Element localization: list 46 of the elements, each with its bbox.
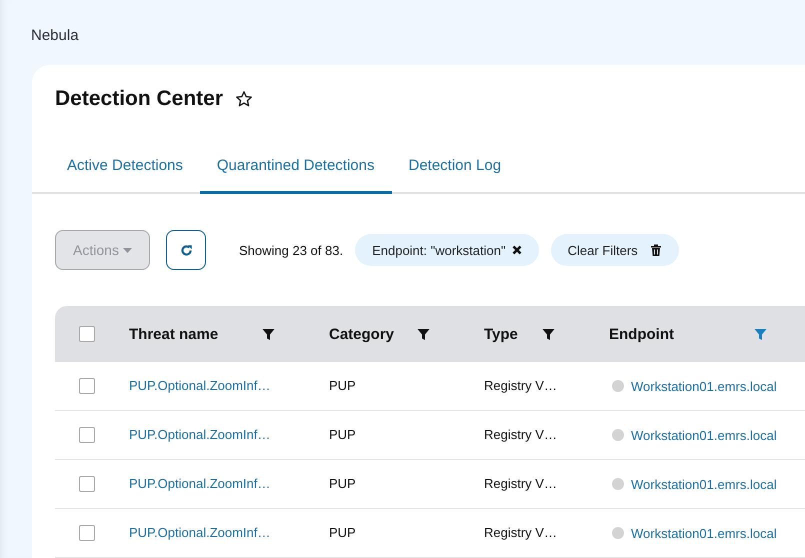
table-cell: Registry V… (484, 427, 557, 442)
status-dot-icon (612, 380, 624, 392)
refresh-button[interactable] (166, 230, 206, 270)
column-header: Type (484, 326, 519, 342)
threat-link[interactable]: PUP.Optional.ZoomInf… (129, 476, 270, 491)
table-cell: PUP (329, 476, 356, 491)
clear-filters-button[interactable]: Clear Filters (550, 234, 679, 266)
row-checkbox[interactable] (79, 427, 95, 443)
threat-link[interactable]: PUP.Optional.ZoomInf… (129, 427, 270, 442)
status-dot-icon (612, 478, 624, 490)
status-dot-icon (612, 527, 624, 539)
select-all-checkbox[interactable] (79, 326, 95, 342)
tab[interactable]: Active Detections (50, 141, 200, 194)
result-count: Showing 23 of 83. (239, 242, 344, 258)
table-cell: PUP (329, 427, 356, 442)
table-cell: Registry V… (484, 378, 557, 393)
table-cell: Registry V… (484, 525, 557, 540)
row-checkbox[interactable] (79, 378, 95, 394)
close-icon[interactable] (512, 245, 522, 255)
row-checkbox[interactable] (79, 525, 95, 541)
column-header: Category (329, 326, 396, 342)
refresh-icon (180, 244, 192, 256)
filter-icon[interactable] (542, 328, 555, 340)
table-cell: Registry V… (484, 476, 557, 491)
column-header: Threat name (129, 326, 220, 342)
tab[interactable]: Quarantined Detections (200, 141, 392, 194)
endpoint-link[interactable]: Workstation01.emrs.local (631, 526, 777, 540)
trash-icon (650, 244, 662, 256)
threat-link[interactable]: PUP.Optional.ZoomInf… (129, 378, 270, 393)
row-checkbox[interactable] (79, 476, 95, 492)
table-cell: PUP (329, 378, 356, 393)
table-cell: PUP (329, 525, 356, 540)
filter-icon[interactable] (262, 328, 275, 340)
star-icon[interactable] (235, 90, 254, 108)
filter-chip[interactable]: Endpoint: "workstation" (355, 234, 539, 266)
page-title: Detection Center (55, 87, 224, 111)
app-name: Nebula (31, 27, 79, 44)
filter-icon[interactable] (417, 328, 430, 340)
status-dot-icon (612, 429, 624, 441)
endpoint-link[interactable]: Workstation01.emrs.local (631, 476, 777, 492)
threat-link[interactable]: PUP.Optional.ZoomInf… (129, 525, 270, 540)
caret-icon (122, 248, 132, 252)
column-header: Endpoint (609, 326, 675, 342)
endpoint-link[interactable]: Workstation01.emrs.local (631, 428, 777, 442)
endpoint-link[interactable]: Workstation01.emrs.local (631, 378, 777, 394)
tab[interactable]: Detection Log (392, 141, 518, 194)
